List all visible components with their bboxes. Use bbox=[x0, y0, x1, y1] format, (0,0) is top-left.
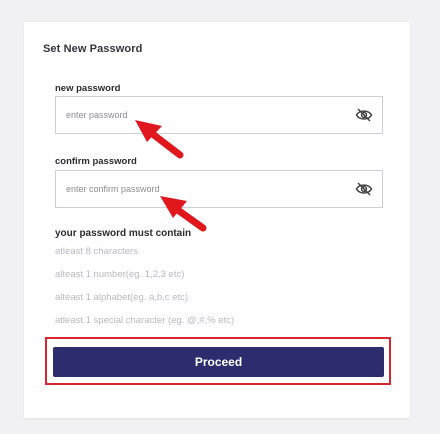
confirm-password-field-box bbox=[55, 170, 383, 208]
page-title: Set New Password bbox=[43, 43, 143, 55]
requirements-title: your password must contain bbox=[55, 228, 192, 239]
confirm-password-label: confirm password bbox=[55, 156, 137, 167]
proceed-button[interactable]: Proceed bbox=[53, 347, 384, 377]
requirement-item: alteast 1 alphabet(eg. a,b,c etc) bbox=[55, 292, 189, 303]
new-password-field-box bbox=[55, 96, 383, 134]
new-password-input[interactable] bbox=[66, 105, 346, 125]
new-password-label: new password bbox=[55, 83, 121, 94]
requirement-item: atleast 1 special character (eg. @,#,% e… bbox=[55, 315, 235, 326]
requirement-item: atleast 8 characters bbox=[55, 246, 138, 257]
confirm-password-input[interactable] bbox=[66, 179, 346, 199]
requirement-item: alteast 1 number(eg. 1,2,3 etc) bbox=[55, 269, 185, 280]
eye-slash-icon[interactable] bbox=[355, 108, 373, 122]
eye-slash-icon[interactable] bbox=[355, 182, 373, 196]
